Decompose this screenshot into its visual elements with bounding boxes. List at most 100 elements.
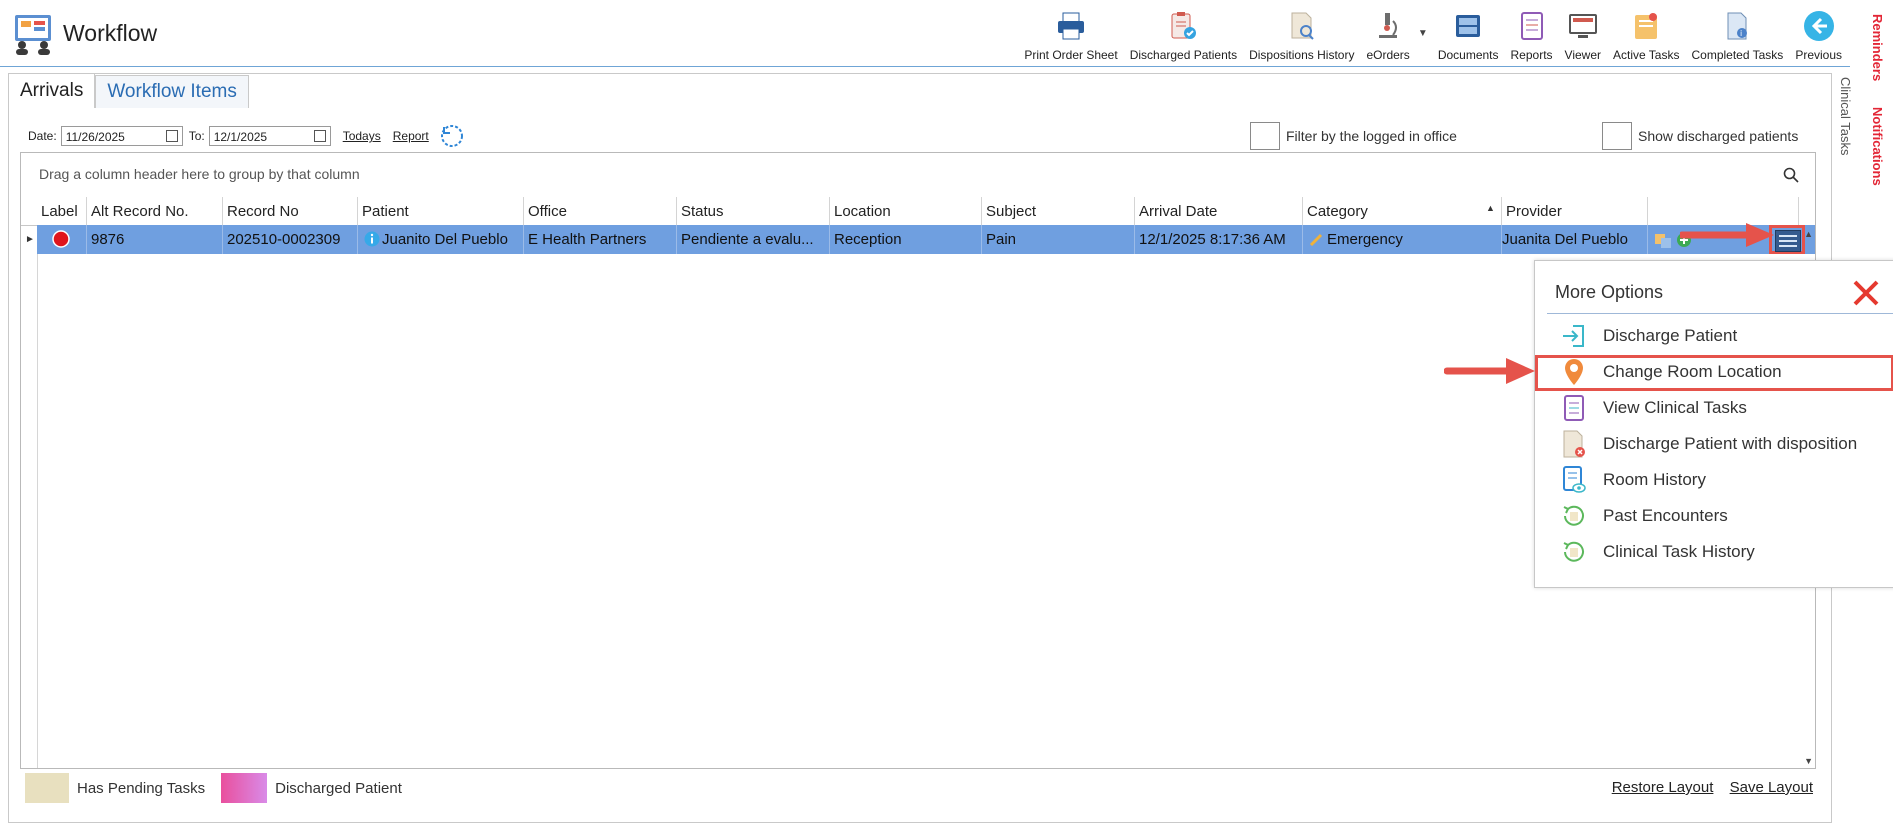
column-header-status[interactable]: Status (677, 197, 830, 225)
date-filter-bar: Date: 11/26/2025 To: 12/1/2025 Todays Re… (28, 124, 465, 148)
refresh-icon[interactable] (439, 123, 465, 149)
calendar-icon[interactable] (165, 130, 178, 142)
documents-button[interactable]: Documents (1432, 4, 1505, 62)
tab-bar: Arrivals Workflow Items (8, 73, 249, 108)
date-from-value: 11/26/2025 (65, 130, 125, 144)
active-tasks-button[interactable]: Active Tasks (1607, 4, 1685, 62)
discharged-swatch (221, 773, 268, 803)
date-label: Date: (28, 129, 57, 143)
svg-text:i: i (1740, 29, 1742, 38)
menu-item-room-history[interactable]: Room History (1545, 463, 1893, 497)
tab-workflow-items[interactable]: Workflow Items (95, 75, 249, 108)
workflow-logo-icon (15, 15, 51, 55)
popup-title: More Options (1555, 282, 1664, 302)
previous-button[interactable]: Previous (1789, 4, 1850, 62)
patient-info-icon[interactable] (364, 231, 380, 247)
history-cycle-icon (1563, 505, 1584, 526)
todays-link[interactable]: Todays (343, 129, 381, 143)
category-value: Emergency (1327, 231, 1403, 248)
column-header-category[interactable]: Category (1303, 197, 1502, 225)
current-row-indicator-icon: ► (25, 234, 35, 245)
date-to-value: 12/1/2025 (213, 130, 268, 144)
monitor-icon (1568, 14, 1597, 38)
popup-divider (1547, 313, 1893, 314)
column-header-row: Label Alt Record No. Record No Patient O… (21, 197, 1815, 226)
filter-office-label: Filter by the logged in office (1286, 128, 1457, 144)
column-header-label[interactable]: Label (37, 197, 87, 225)
column-header-record-no[interactable]: Record No (223, 197, 358, 225)
group-by-panel[interactable]: Drag a column header here to group by th… (21, 153, 1815, 198)
record-no-cell: 202510-0002309 (223, 225, 358, 254)
column-header-provider[interactable]: Provider (1502, 197, 1648, 225)
filter-office-option[interactable]: Filter by the logged in office (1250, 122, 1457, 150)
more-options-popup: More Options Discharge Patient Change Ro… (1534, 260, 1893, 588)
notifications-tab[interactable]: Notifications (1870, 107, 1885, 186)
date-from-field[interactable]: 11/26/2025 (60, 126, 183, 146)
row-indicator-column (21, 225, 38, 768)
column-header-office[interactable]: Office (524, 197, 677, 225)
scroll-down-icon[interactable]: ▼ (1804, 756, 1813, 766)
column-header-actions (1648, 197, 1799, 225)
eorders-button[interactable]: eOrders ▼ (1360, 4, 1431, 62)
show-discharged-checkbox[interactable] (1602, 122, 1632, 150)
menu-item-view-clinical-tasks[interactable]: View Clinical Tasks (1545, 391, 1893, 425)
provider-cell: Juanita Del Pueblo (1502, 225, 1648, 254)
file-tray-icon (1456, 15, 1481, 37)
calendar-icon[interactable] (313, 130, 326, 142)
page-title: Workflow (63, 20, 158, 46)
menu-item-label: View Clinical Tasks (1603, 398, 1747, 417)
office-cell: E Health Partners (524, 225, 677, 254)
discharged-patients-button[interactable]: Discharged Patients (1124, 4, 1243, 62)
column-header-subject[interactable]: Subject (982, 197, 1135, 225)
column-header-patient[interactable]: Patient (358, 197, 524, 225)
clipboard-check-icon (1171, 12, 1197, 39)
eorders-dropdown-caret-icon[interactable]: ▼ (1418, 28, 1428, 39)
patient-cell[interactable]: Juanito Del Pueblo (358, 225, 524, 254)
reports-button[interactable]: Reports (1505, 4, 1559, 62)
menu-item-clinical-task-history[interactable]: Clinical Task History (1545, 535, 1893, 569)
report-list-icon (1520, 12, 1543, 40)
scroll-up-icon[interactable]: ▲ (1804, 229, 1813, 239)
tab-arrivals[interactable]: Arrivals (8, 73, 96, 108)
app-header: Workflow Print Order Sheet Discharged Pa… (0, 0, 1850, 67)
reminders-tab[interactable]: Reminders (1870, 14, 1885, 81)
date-to-field[interactable]: 12/1/2025 (208, 126, 331, 146)
restore-layout-link[interactable]: Restore Layout (1612, 779, 1714, 796)
layout-links: Restore Layout Save Layout (1600, 779, 1813, 796)
pending-tasks-swatch (25, 773, 69, 803)
completed-tasks-button[interactable]: i Completed Tasks (1685, 4, 1789, 62)
menu-item-past-encounters[interactable]: Past Encounters (1545, 499, 1893, 533)
save-layout-link[interactable]: Save Layout (1730, 779, 1813, 796)
menu-item-discharge-patient[interactable]: Discharge Patient (1545, 319, 1893, 353)
dispositions-history-button[interactable]: Dispositions History (1243, 4, 1360, 62)
column-header-arrival-date[interactable]: Arrival Date (1135, 197, 1303, 225)
annotation-arrow-icon (1444, 358, 1535, 384)
report-link[interactable]: Report (393, 129, 429, 143)
location-cell: Reception (830, 225, 982, 254)
show-discharged-label: Show discharged patients (1638, 128, 1799, 144)
table-row[interactable]: 9876 202510-0002309 Juanito Del Pueblo E… (37, 225, 1815, 254)
more-options-button[interactable] (1775, 230, 1801, 252)
close-icon[interactable] (1851, 278, 1881, 308)
pencil-icon (1309, 233, 1323, 247)
checklist-icon (1564, 395, 1584, 421)
menu-item-label: Discharge Patient with disposition (1603, 434, 1858, 453)
show-discharged-option[interactable]: Show discharged patients (1602, 122, 1798, 150)
legend-pending-tasks: Has Pending Tasks (77, 779, 206, 797)
filter-office-checkbox[interactable] (1250, 122, 1280, 150)
microscope-icon (1379, 13, 1398, 38)
search-icon[interactable] (1783, 167, 1799, 183)
printer-icon (1058, 12, 1084, 40)
red-label-dot-icon (52, 230, 70, 248)
discharge-arrow-icon (1563, 325, 1584, 347)
clinical-tasks-tab[interactable]: Clinical Tasks (1838, 77, 1853, 156)
menu-item-discharge-with-disposition[interactable]: Discharge Patient with disposition (1545, 427, 1893, 461)
alt-record-no-cell: 9876 (87, 225, 223, 254)
menu-item-label: Clinical Task History (1603, 542, 1755, 561)
arrival-date-cell: 12/1/2025 8:17:36 AM (1135, 225, 1303, 254)
column-header-alt-record-no[interactable]: Alt Record No. (87, 197, 223, 225)
row-action-icon[interactable] (1654, 231, 1672, 249)
viewer-button[interactable]: Viewer (1559, 4, 1607, 62)
print-order-sheet-button[interactable]: Print Order Sheet (1018, 4, 1123, 62)
column-header-location[interactable]: Location (830, 197, 982, 225)
